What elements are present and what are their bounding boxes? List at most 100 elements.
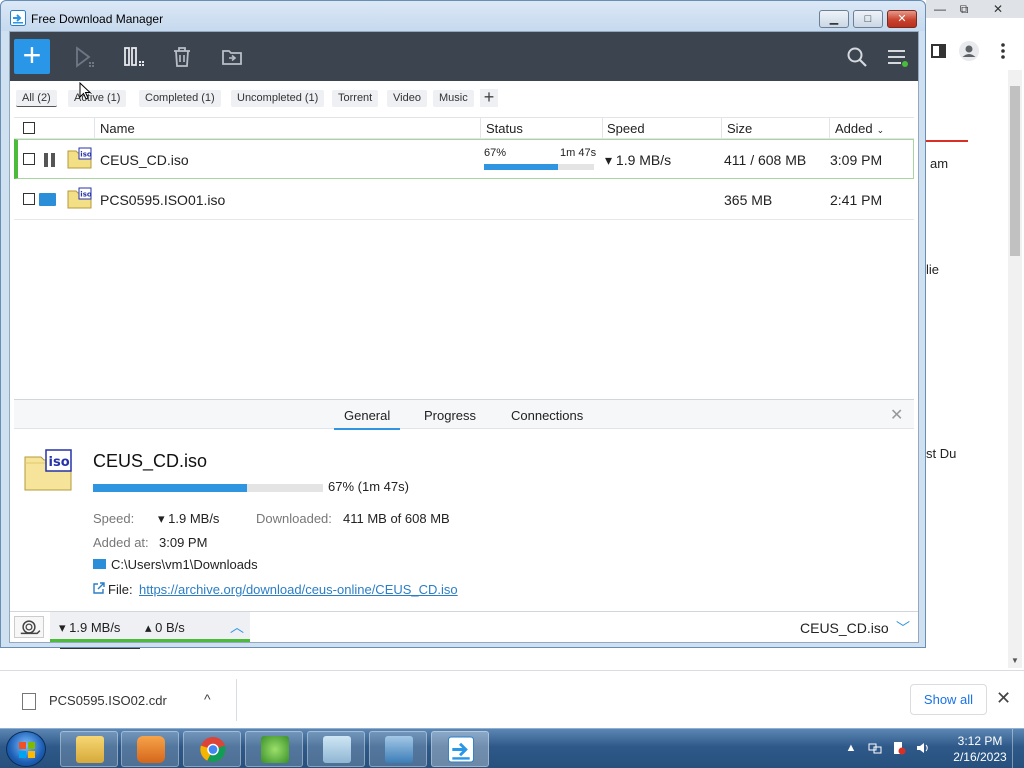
download-options-chevron-icon[interactable]: ^: [204, 691, 211, 707]
save-path[interactable]: C:\Users\vm1\Downloads: [111, 557, 258, 572]
pause-all-icon[interactable]: [122, 45, 146, 69]
tab-connections[interactable]: Connections: [511, 408, 583, 423]
external-link-icon: [93, 582, 105, 594]
iso-file-large-icon: iso: [24, 449, 72, 491]
volume-icon[interactable]: [916, 741, 930, 755]
details-progress-fill: [93, 484, 248, 492]
taskbar-fdm[interactable]: [431, 731, 489, 767]
column-header-speed[interactable]: Speed: [607, 121, 645, 136]
filter-completed[interactable]: Completed (1): [139, 90, 221, 107]
column-header-size[interactable]: Size: [727, 121, 752, 136]
kebab-menu-icon[interactable]: [992, 40, 1014, 62]
column-header-name[interactable]: Name: [100, 121, 135, 136]
show-hidden-icons-icon[interactable]: ▲: [844, 741, 858, 755]
download-added: 2:41 PM: [830, 192, 883, 208]
main-toolbar: +: [10, 32, 918, 81]
clock-date[interactable]: 2/16/2023: [950, 750, 1010, 764]
maximize-button[interactable]: □: [853, 10, 883, 28]
tab-progress[interactable]: Progress: [424, 408, 476, 423]
filter-uncompleted[interactable]: Uncompleted (1): [231, 90, 325, 107]
taskbar-notepad[interactable]: [307, 731, 365, 767]
filter-active[interactable]: Active (1): [68, 90, 127, 107]
taskbar-network[interactable]: [245, 731, 303, 767]
media-player-icon: [137, 736, 165, 763]
download-added: 3:09 PM: [830, 152, 883, 168]
show-all-button[interactable]: Show all: [910, 684, 987, 715]
close-details-icon[interactable]: ✕: [890, 405, 903, 425]
filter-music[interactable]: Music: [433, 90, 474, 107]
speed-mode-button[interactable]: [14, 616, 44, 638]
browser-restore-button[interactable]: ⧉: [952, 1, 976, 17]
browser-caption-bar: — ⧉ ✕: [926, 0, 1024, 18]
column-divider: [721, 118, 722, 140]
column-header-added[interactable]: Added ⌄: [835, 121, 884, 136]
fdm-app-icon: [10, 10, 26, 26]
profile-avatar-icon[interactable]: [958, 40, 980, 62]
close-downloads-bar-icon[interactable]: ✕: [996, 688, 1011, 709]
download-file-name[interactable]: PCS0595.ISO02.cdr: [49, 693, 167, 708]
search-icon[interactable]: [846, 46, 868, 68]
iso-file-icon: iso: [67, 187, 92, 209]
svg-text:iso: iso: [80, 151, 92, 159]
fdm-window: Free Download Manager ▁ □ ✕ + All (2) Ac…: [0, 0, 926, 648]
delete-icon[interactable]: [170, 45, 194, 69]
page-text-fragment: am: [930, 156, 949, 171]
filter-all[interactable]: All (2): [16, 90, 57, 107]
column-header-added-label: Added: [835, 121, 873, 136]
taskbar-photo-viewer[interactable]: [369, 731, 427, 767]
show-desktop-button[interactable]: [1012, 729, 1024, 768]
minimize-button[interactable]: ▁: [819, 10, 849, 28]
menu-icon[interactable]: [886, 46, 908, 68]
browser-scrollbar-thumb[interactable]: [1010, 86, 1020, 256]
download-speed-total: ▾ 1.9 MB/s: [59, 620, 121, 635]
system-tray: ▲ 3:12 PM 2/16/2023: [840, 729, 1024, 768]
taskbar-media-player[interactable]: [121, 731, 179, 767]
users-icon: [261, 736, 289, 763]
row-checkbox[interactable]: [23, 193, 35, 205]
sort-descending-icon: ⌄: [876, 125, 885, 135]
browser-minimize-button[interactable]: —: [928, 1, 952, 17]
downloaded-label: Downloaded:: [256, 511, 332, 526]
download-row[interactable]: iso CEUS_CD.iso 67% 1m 47s ▾ 1.9 MB/s 41…: [14, 139, 914, 179]
download-row[interactable]: iso PCS0595.ISO01.iso 365 MB 2:41 PM: [14, 180, 914, 220]
side-panel-icon[interactable]: [928, 40, 950, 62]
filter-torrent[interactable]: Torrent: [332, 90, 379, 107]
chevron-down-icon[interactable]: ﹀: [896, 618, 910, 638]
fdm-title-bar[interactable]: Free Download Manager ▁ □ ✕: [1, 1, 925, 31]
close-icon: ✕: [897, 13, 907, 25]
expand-up-icon[interactable]: ︿: [230, 617, 244, 637]
pause-icon[interactable]: [44, 153, 56, 167]
add-download-button[interactable]: +: [14, 39, 50, 74]
taskbar-explorer[interactable]: [60, 731, 118, 767]
chrome-icon: [200, 736, 226, 763]
tab-general[interactable]: General: [334, 408, 401, 430]
start-icon[interactable]: [72, 45, 96, 69]
filter-video[interactable]: Video: [387, 90, 427, 107]
column-header-status[interactable]: Status: [486, 121, 523, 136]
browser-scrollbar[interactable]: ▼: [1008, 70, 1022, 668]
details-tabs: General Progress Connections ✕: [14, 400, 914, 430]
open-folder-icon[interactable]: [39, 193, 56, 206]
start-button[interactable]: [6, 731, 46, 767]
download-speed: ▾ 1.9 MB/s: [605, 152, 672, 168]
action-center-icon[interactable]: [892, 741, 906, 755]
scroll-down-arrow-icon[interactable]: ▼: [1008, 656, 1022, 668]
fdm-content: + All (2) Active (1) Completed (1) Uncom…: [9, 31, 919, 643]
network-icon[interactable]: [868, 741, 882, 755]
file-url-link[interactable]: https://archive.org/download/ceus-online…: [139, 582, 458, 597]
close-button[interactable]: ✕: [887, 10, 917, 28]
svg-text:iso: iso: [49, 455, 70, 470]
added-at-value: 3:09 PM: [159, 535, 208, 550]
notepad-icon: [323, 736, 351, 763]
select-all-checkbox[interactable]: [23, 122, 35, 134]
browser-close-button[interactable]: ✕: [986, 1, 1010, 17]
svg-text:iso: iso: [80, 191, 92, 199]
row-checkbox[interactable]: [23, 153, 35, 165]
download-size: 411 / 608 MB: [724, 152, 807, 168]
add-filter-button[interactable]: +: [480, 88, 498, 107]
speed-summary[interactable]: ▾ 1.9 MB/s ▴ 0 B/s ︿: [50, 612, 250, 642]
move-to-folder-icon[interactable]: [220, 45, 244, 69]
clock-time[interactable]: 3:12 PM: [950, 734, 1010, 748]
current-download-name: CEUS_CD.iso: [800, 620, 889, 636]
taskbar-chrome[interactable]: [183, 731, 241, 767]
